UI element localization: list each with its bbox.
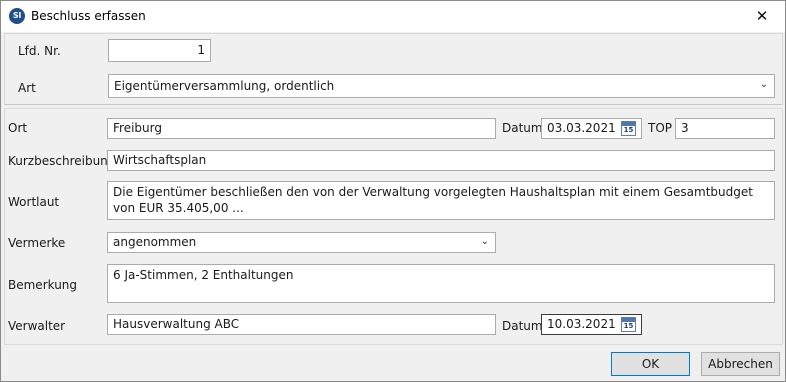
calendar-button[interactable]: 15 [619,315,639,334]
details-panel: Ort Freiburg Datum 03.03.2021 15 TOP 3 K… [4,108,783,345]
dialog-window: SI Beschluss erfassen ✕ Lfd. Nr. 1 Art E… [0,0,786,382]
art-dropdown-value: Eigentümerversammlung, ordentlich [114,79,335,93]
calendar-icon: 15 [621,121,636,136]
close-icon[interactable]: ✕ [739,1,785,32]
datum-label: Datum [502,121,543,135]
datum-verwalter-value: 10.03.2021 [547,317,616,331]
datum-value: 03.03.2021 [547,121,616,135]
lfd-nr-label: Lfd. Nr. [18,44,61,58]
ort-label: Ort [8,121,28,135]
window-title: Beschluss erfassen [31,9,146,23]
vermerke-dropdown-value: angenommen [113,235,197,249]
kurzbeschreibung-label: Kurzbeschreibung [8,154,116,168]
lfd-nr-field[interactable]: 1 [108,39,211,62]
app-logo-icon: SI [9,8,25,24]
chevron-down-icon: ⌄ [480,236,489,247]
verwalter-field[interactable]: Hausverwaltung ABC [107,314,496,335]
ok-button[interactable]: OK [611,352,690,376]
calendar-button[interactable]: 15 [619,119,639,138]
calendar-icon: 15 [621,317,636,332]
chevron-down-icon: ⌄ [759,79,768,90]
wortlaut-textarea[interactable]: Die Eigentümer beschließen den von der V… [107,181,775,220]
top-label: TOP [648,121,673,135]
kurzbeschreibung-field[interactable]: Wirtschaftsplan [107,150,775,171]
art-label: Art [18,81,36,95]
datum-verwalter-label: Datum [502,319,543,333]
verwalter-label: Verwalter [8,319,66,333]
wortlaut-label: Wortlaut [8,195,60,209]
title-bar: SI Beschluss erfassen ✕ [1,1,785,32]
bemerkung-textarea[interactable]: 6 Ja-Stimmen, 2 Enthaltungen [107,264,775,303]
top-field[interactable]: 3 [675,118,775,139]
cancel-button[interactable]: Abbrechen [701,352,780,376]
vermerke-dropdown[interactable]: angenommen ⌄ [107,232,496,253]
bemerkung-label: Bemerkung [8,278,78,292]
vermerke-label: Vermerke [8,236,66,250]
art-dropdown[interactable]: Eigentümerversammlung, ordentlich ⌄ [108,74,775,98]
header-panel: Lfd. Nr. 1 Art Eigentümerversammlung, or… [4,33,783,105]
ort-field[interactable]: Freiburg [107,118,496,139]
